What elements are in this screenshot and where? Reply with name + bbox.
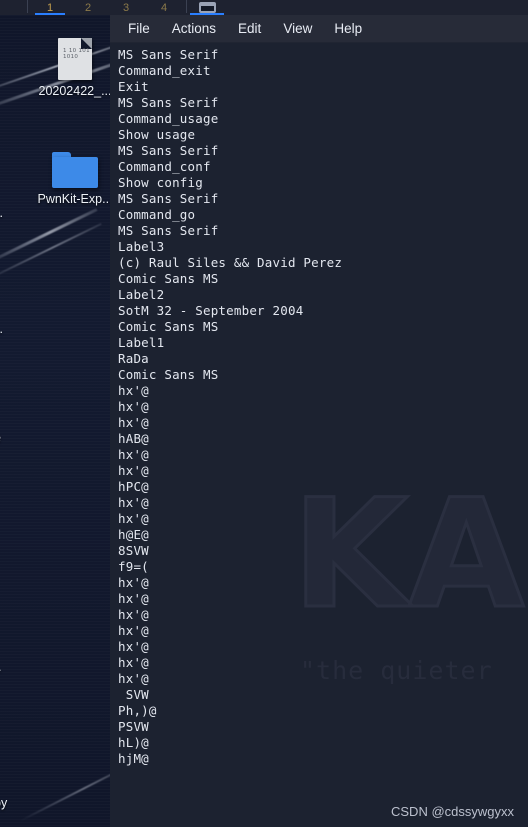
terminal-line: hjM@: [118, 751, 149, 766]
desktop-icon-label: PwnKit-Exp...: [37, 192, 113, 206]
menu-item-file[interactable]: File: [126, 19, 152, 38]
terminal-line: hx'@: [118, 399, 149, 414]
terminal-line: hx'@: [118, 415, 149, 430]
terminal-line: Label1: [118, 335, 165, 350]
desktop-edge-fragment: py: [0, 796, 8, 810]
terminal-line: hx'@: [118, 575, 149, 590]
panel-empty-area: [224, 0, 528, 15]
window-icon[interactable]: [190, 0, 224, 15]
terminal-line: hx'@: [118, 639, 149, 654]
terminal-line: hPC@: [118, 479, 149, 494]
terminal-line: Comic Sans MS: [118, 319, 219, 334]
terminal-line: Comic Sans MS: [118, 367, 219, 382]
terminal-line: Command_conf: [118, 159, 211, 174]
workspace-button-4[interactable]: 4: [145, 0, 183, 15]
desktop-icon-label: 20202422_...: [38, 84, 112, 98]
menu-bar: File Actions Edit View Help: [110, 15, 528, 43]
desktop-icon-binary-file[interactable]: 1 10 101 1010 20202422_...: [27, 38, 123, 98]
terminal-line: MS Sans Serif: [118, 223, 219, 238]
terminal-line: hx'@: [118, 463, 149, 478]
terminal-line: h@E@: [118, 527, 149, 542]
terminal-line: hx'@: [118, 447, 149, 462]
desktop-edge-fragment: ..: [0, 322, 3, 336]
binary-digits: 1 10 101 1010: [63, 48, 90, 61]
terminal-line: hx'@: [118, 511, 149, 526]
desktop-icon-pwnkit-folder[interactable]: PwnKit-Exp...: [27, 152, 123, 206]
terminal-line: Show usage: [118, 127, 196, 142]
terminal-line: hx'@: [118, 495, 149, 510]
wallpaper-streak: [0, 208, 98, 268]
workspace-button-1[interactable]: 1: [31, 0, 69, 15]
terminal-line: PSVW: [118, 719, 149, 734]
screen: KA "the quieter 1 10 101 1010 20202422_.…: [0, 0, 528, 827]
terminal-line: Label3: [118, 239, 165, 254]
terminal-line: MS Sans Serif: [118, 143, 219, 158]
terminal-line: hL)@: [118, 735, 149, 750]
panel-left-padding: [0, 0, 24, 15]
terminal-line: Comic Sans MS: [118, 271, 219, 286]
terminal-line: hx'@: [118, 671, 149, 686]
menu-item-view[interactable]: View: [281, 19, 314, 38]
terminal-line: SVW: [118, 687, 149, 702]
top-panel: 1 2 3 4: [0, 0, 528, 15]
terminal-line: f9=(: [118, 559, 149, 574]
terminal-line: hx'@: [118, 383, 149, 398]
folder-body-shape: [52, 157, 98, 188]
menu-item-actions[interactable]: Actions: [170, 19, 218, 38]
terminal-line: Show config: [118, 175, 203, 190]
menu-item-help[interactable]: Help: [332, 19, 364, 38]
terminal-window[interactable]: File Actions Edit View Help KA "the quie…: [110, 15, 528, 827]
terminal-line: hx'@: [118, 607, 149, 622]
terminal-line: MS Sans Serif: [118, 95, 219, 110]
terminal-line: Command_go: [118, 207, 196, 222]
desktop-edge-fragment: e: [0, 431, 1, 445]
terminal-line: Label2: [118, 287, 165, 302]
window-icon-glyph: [198, 2, 216, 13]
workspace-button-3[interactable]: 3: [107, 0, 145, 15]
terminal-line: MS Sans Serif: [118, 47, 219, 62]
panel-separator: [27, 0, 28, 13]
terminal-line: hx'@: [118, 623, 149, 638]
terminal-line: Exit: [118, 79, 149, 94]
terminal-line: hx'@: [118, 655, 149, 670]
terminal-line-list: MS Sans Serif Command_exit Exit MS Sans Ser…: [118, 47, 528, 767]
folder-icon: [52, 152, 98, 188]
binary-file-icon: 1 10 101 1010: [58, 38, 92, 80]
terminal-line: hx'@: [118, 591, 149, 606]
terminal-line: hAB@: [118, 431, 149, 446]
terminal-line: 8SVW: [118, 543, 149, 558]
terminal-output-area[interactable]: KA "the quieter MS Sans Serif Command_exi…: [110, 43, 528, 827]
terminal-line: SotM 32 - September 2004: [118, 303, 304, 318]
csdn-watermark: CSDN @cdssywgyxx: [391, 804, 514, 819]
desktop-edge-fragment: .: [0, 660, 1, 674]
terminal-line: Command_exit: [118, 63, 211, 78]
terminal-line: Ph,)@: [118, 703, 157, 718]
panel-separator: [186, 0, 187, 13]
menu-item-edit[interactable]: Edit: [236, 19, 263, 38]
terminal-line: RaDa: [118, 351, 149, 366]
workspace-button-2[interactable]: 2: [69, 0, 107, 15]
terminal-line: (c) Raul Siles && David Perez: [118, 255, 343, 270]
terminal-line: Command_usage: [118, 111, 219, 126]
terminal-line: MS Sans Serif: [118, 191, 219, 206]
desktop-edge-fragment: ..: [0, 206, 3, 220]
